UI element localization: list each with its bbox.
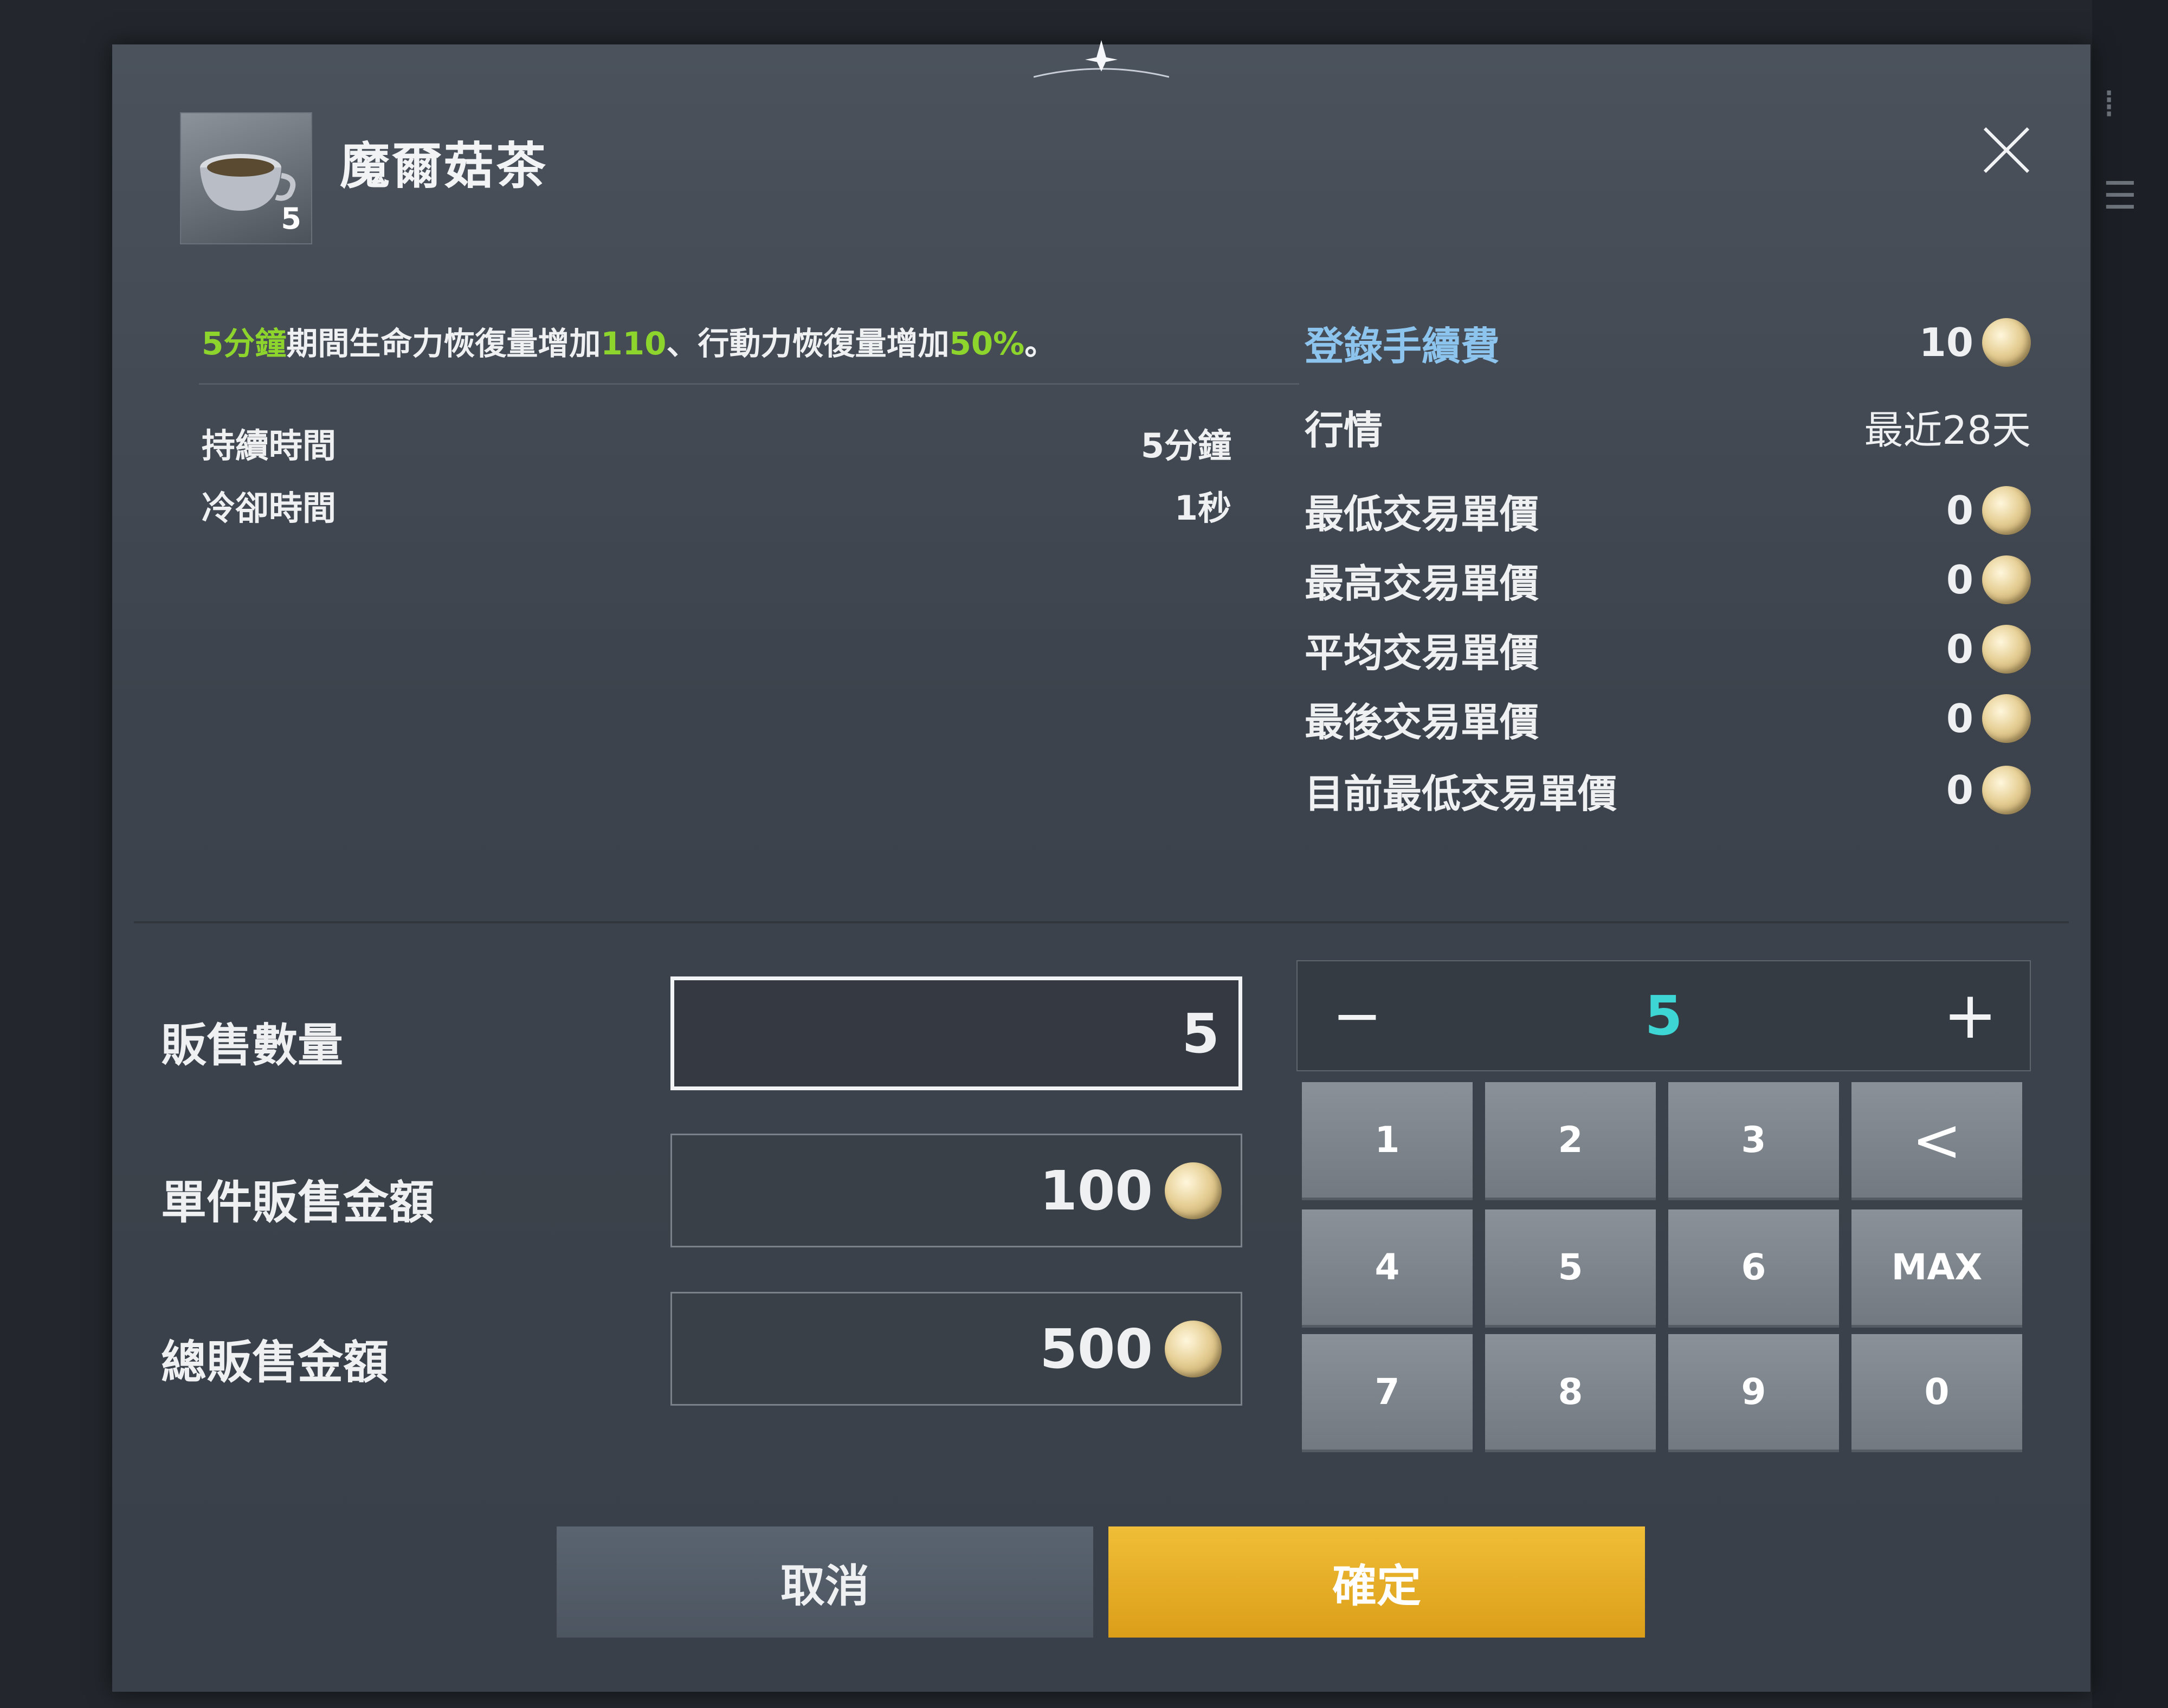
key-2[interactable]: 2 [1485,1082,1656,1200]
stepper-value: 5 [1644,984,1683,1047]
max-key[interactable]: MAX [1851,1209,2022,1328]
quantity-field[interactable]: 5 [670,976,1242,1090]
quantity-label: 販售數量 [161,1019,344,1072]
key-4[interactable]: 4 [1302,1209,1473,1328]
star-ornament-icon [1033,39,1170,82]
unit-price-field[interactable]: 100 [670,1134,1242,1247]
decrement-button[interactable]: − [1319,961,1395,1070]
close-button[interactable] [1977,120,2036,180]
price-label: 目前最低交易單價 [1305,771,1617,817]
coin-icon [1165,1162,1222,1219]
stat-value: 1秒 [1174,488,1231,528]
stat-value: 5分鐘 [1140,426,1231,465]
price-value: 0 [1946,767,1973,813]
desc-text: 期間生命力恢復量增加 [286,325,601,362]
coin-icon [1165,1320,1222,1377]
desc-hp-amount: 110 [601,325,667,362]
key-6[interactable]: 6 [1668,1209,1839,1328]
quantity-stepper: 5 − + [1296,960,2031,1071]
stat-duration: 持續時間 5分鐘 [202,418,1231,467]
stat-cooldown: 冷卻時間 1秒 [202,481,1231,529]
key-7[interactable]: 7 [1302,1334,1473,1452]
price-value: 0 [1946,557,1973,603]
registration-fee-label: 登錄手續費 [1305,323,1500,369]
item-name: 魔爾菇茶 [340,137,549,195]
divider [134,921,2069,923]
stat-label: 持續時間 [202,426,337,465]
increment-button[interactable]: + [1932,961,2008,1070]
total-price-value: 500 [1040,1317,1153,1381]
registration-fee-row: 登錄手續費 10 [1305,310,2031,375]
sell-dialog: 5 魔爾菇茶 5分鐘期間生命力恢復量增加110、行動力恢復量增加50%。 持續時… [112,40,2090,1692]
desc-text: 、行動力恢復量增加 [666,325,950,362]
confirm-button[interactable]: 確定 [1108,1526,1645,1638]
key-1[interactable]: 1 [1302,1082,1473,1200]
backspace-key[interactable]: < [1851,1082,2022,1200]
unit-price-value: 100 [1040,1159,1153,1222]
coin-icon [1982,694,2031,743]
coin-icon [1982,625,2031,674]
unit-price-label: 單件販售金額 [161,1176,435,1229]
coin-icon [1982,318,2031,367]
coin-icon [1982,555,2031,604]
key-8[interactable]: 8 [1485,1334,1656,1452]
divider [199,383,1299,385]
key-9[interactable]: 9 [1668,1334,1839,1452]
item-description: 5分鐘期間生命力恢復量增加110、行動力恢復量增加50%。 [202,318,1056,364]
coin-icon [1982,766,2031,814]
total-price-field: 500 [670,1292,1242,1406]
background-menu-icon: ☰ [2103,173,2137,218]
price-value: 0 [1946,696,1973,741]
price-label: 最低交易單價 [1305,491,1539,537]
desc-ap-amount: 50% [949,325,1025,362]
price-label: 最高交易單價 [1305,560,1539,606]
total-price-label: 總販售金額 [161,1336,389,1389]
price-row: 平均交易單價 0 [1305,617,2031,682]
desc-text: 。 [1024,325,1056,362]
price-row: 最低交易單價 0 [1305,478,2031,543]
key-0[interactable]: 0 [1851,1334,2022,1452]
background-glyph-icon: ⁞ [2103,81,2115,126]
item-icon: 5 [180,112,312,244]
key-3[interactable]: 3 [1668,1082,1839,1200]
price-row: 最後交易單價 0 [1305,686,2031,751]
desc-duration: 5分鐘 [202,325,287,362]
quotes-period: 最近28天 [1864,407,2031,453]
cancel-button[interactable]: 取消 [557,1526,1093,1638]
coin-icon [1982,486,2031,535]
price-value: 0 [1946,488,1973,533]
key-5[interactable]: 5 [1485,1209,1656,1328]
close-icon [1983,127,2030,173]
quotes-row: 行情 最近28天 [1305,394,2031,459]
registration-fee-value: 10 [1919,320,1973,365]
quantity-value: 5 [1182,1001,1220,1065]
price-value: 0 [1946,626,1973,672]
background-panel: ⁞ ☰ [2092,0,2168,1708]
quotes-label: 行情 [1305,407,1383,453]
item-stack-count: 5 [281,202,301,236]
price-label: 最後交易單價 [1305,699,1539,745]
price-label: 平均交易單價 [1305,630,1539,676]
price-row: 最高交易單價 0 [1305,547,2031,612]
stat-label: 冷卻時間 [202,488,337,528]
price-row: 目前最低交易單價 0 [1305,758,2031,823]
number-keypad: 1 2 3 < 4 5 6 MAX 7 8 9 0 [1302,1082,2028,1456]
